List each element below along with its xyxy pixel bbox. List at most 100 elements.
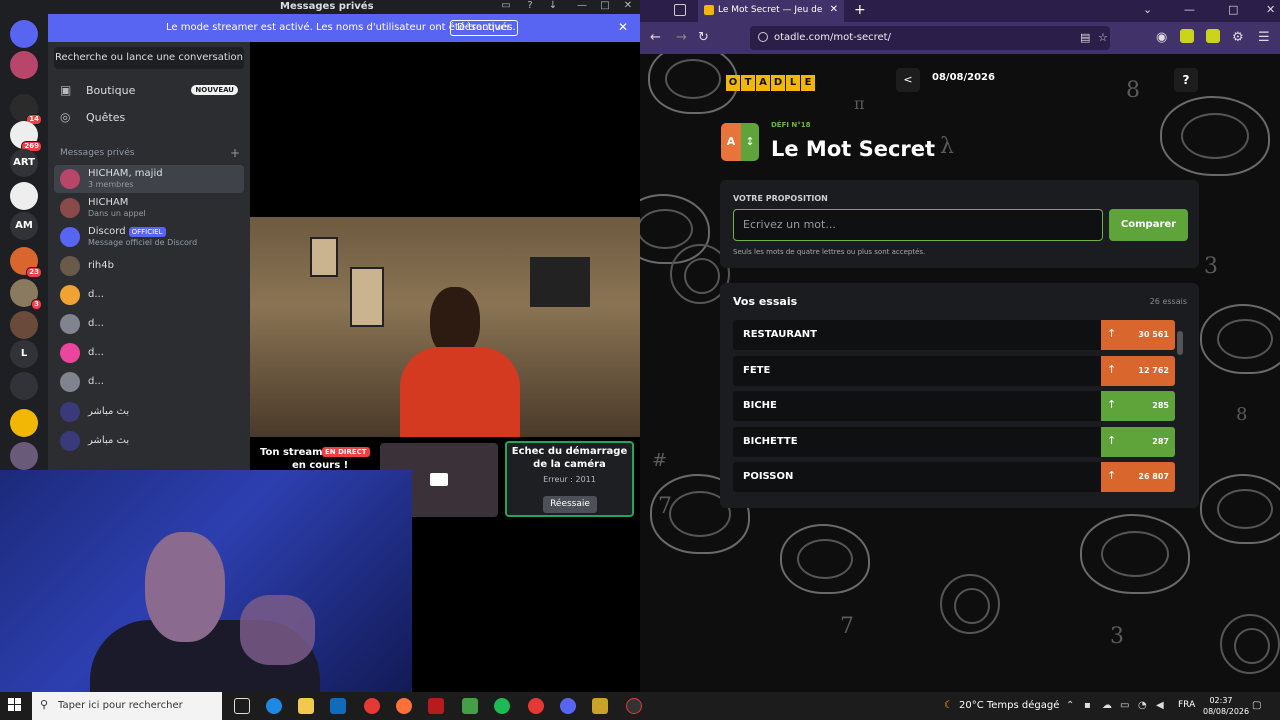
extension-icon[interactable] bbox=[1206, 29, 1220, 43]
stream-status-tile[interactable]: Ton stream e EN DIRECT en cours ! bbox=[250, 440, 378, 472]
close-icon[interactable]: ✕ bbox=[618, 20, 628, 34]
server-icon[interactable] bbox=[10, 20, 38, 48]
bookmark-star-icon[interactable]: ☆ bbox=[1098, 31, 1108, 44]
dm-name: d... bbox=[88, 376, 104, 387]
inbox-icon[interactable]: ▭ bbox=[496, 0, 516, 13]
outlook-icon[interactable] bbox=[330, 698, 346, 714]
back-icon[interactable]: ← bbox=[650, 30, 661, 45]
task-view-icon[interactable] bbox=[234, 698, 250, 714]
help-button[interactable]: ? bbox=[1174, 68, 1198, 92]
server-icon[interactable]: 269 bbox=[10, 121, 42, 152]
weather-widget[interactable]: ☾ 20°C Temps dégagé bbox=[944, 700, 1059, 711]
nav-item-quests[interactable]: ◎ Quêtes bbox=[54, 106, 244, 130]
notification-icon[interactable]: ▢ bbox=[1252, 700, 1261, 711]
previous-day-button[interactable]: < bbox=[896, 68, 920, 92]
call-video-main[interactable] bbox=[250, 217, 640, 437]
webcam-overlay bbox=[0, 470, 412, 692]
conversation-search-input[interactable]: Recherche ou lance une conversation bbox=[54, 47, 244, 69]
guesses-title: Vos essais bbox=[733, 295, 798, 308]
otadle-logo[interactable]: OTADLE bbox=[726, 70, 816, 91]
site-info-icon[interactable] bbox=[758, 32, 768, 42]
minimize-button[interactable]: — bbox=[572, 0, 592, 13]
spotify-icon[interactable] bbox=[494, 698, 510, 714]
firefox-icon[interactable] bbox=[396, 698, 412, 714]
volume-icon[interactable]: ◀ bbox=[1156, 700, 1164, 711]
address-bar[interactable]: otadle.com/mot-secret/ ▤ ☆ bbox=[750, 26, 1110, 50]
dm-name-text: بث مباشر bbox=[88, 435, 130, 446]
dm-item[interactable]: d... bbox=[54, 310, 244, 338]
nav-item-shop[interactable]: ▣ Boutique NOUVEAU bbox=[54, 79, 244, 103]
app-icon[interactable] bbox=[528, 698, 544, 714]
edge-icon[interactable] bbox=[266, 698, 282, 714]
dm-item[interactable]: Discord OFFICIEL Message officiel de Disco… bbox=[54, 223, 244, 251]
add-dm-icon[interactable]: + bbox=[230, 146, 240, 160]
official-badge: OFFICIEL bbox=[128, 227, 166, 237]
server-icon[interactable] bbox=[10, 409, 38, 437]
file-explorer-icon[interactable] bbox=[298, 698, 314, 714]
server-icon[interactable] bbox=[10, 51, 38, 79]
guess-score: ↑ 26 807 bbox=[1101, 462, 1175, 492]
input-language[interactable]: FRA bbox=[1178, 700, 1195, 710]
xbox-icon[interactable] bbox=[462, 698, 478, 714]
number-doodle: 8 bbox=[1236, 404, 1248, 425]
dm-item[interactable]: بث مباشر bbox=[54, 398, 244, 426]
server-icon[interactable]: L bbox=[10, 340, 38, 368]
app-icon[interactable] bbox=[592, 698, 608, 714]
menu-icon[interactable]: ☰ bbox=[1258, 30, 1270, 45]
server-icon[interactable]: ART bbox=[10, 149, 38, 177]
download-icon[interactable]: ↓ bbox=[543, 0, 563, 13]
maximize-button[interactable]: □ bbox=[1228, 3, 1238, 16]
close-button[interactable]: ✕ bbox=[1266, 3, 1275, 16]
opera-icon[interactable] bbox=[364, 698, 380, 714]
server-icon[interactable]: 3 bbox=[10, 279, 42, 310]
reload-icon[interactable]: ↻ bbox=[698, 30, 709, 45]
onedrive-icon[interactable]: ☁ bbox=[1102, 700, 1112, 711]
discord-titlebar: Messages privés ▭ ? ↓ — □ ✕ bbox=[0, 0, 640, 14]
windows-start-icon[interactable] bbox=[8, 698, 22, 712]
dm-item[interactable]: rih4b bbox=[54, 252, 244, 280]
extensions-icon[interactable]: ⚙ bbox=[1232, 30, 1244, 45]
server-icon[interactable] bbox=[10, 442, 38, 470]
dm-item[interactable]: HICHAM, majid 3 membres bbox=[54, 165, 244, 193]
server-icon[interactable] bbox=[10, 182, 38, 210]
server-icon[interactable]: 14 bbox=[10, 94, 42, 125]
system-clock[interactable]: 02:37 08/08/2026 bbox=[1203, 695, 1250, 717]
server-icon[interactable]: 23 bbox=[10, 247, 42, 278]
disable-streamer-button[interactable]: Désactiver bbox=[450, 20, 518, 36]
forward-icon[interactable]: → bbox=[676, 30, 687, 45]
dm-item[interactable]: بث مباشر bbox=[54, 427, 244, 455]
word-input[interactable]: Ecrivez un mot... bbox=[733, 209, 1103, 241]
close-button[interactable]: ✕ bbox=[618, 0, 638, 13]
wifi-icon[interactable]: ◔ bbox=[1138, 700, 1147, 711]
extension-icon[interactable] bbox=[1180, 29, 1194, 43]
server-icon[interactable] bbox=[10, 311, 38, 339]
obs-icon[interactable] bbox=[626, 698, 642, 714]
tab-overflow-icon[interactable]: ⌄ bbox=[1143, 3, 1152, 16]
discord-icon[interactable] bbox=[560, 698, 576, 714]
retry-button[interactable]: Réessaie bbox=[543, 496, 597, 513]
compare-button[interactable]: Comparer bbox=[1109, 209, 1188, 241]
new-tab-button[interactable]: + bbox=[854, 2, 866, 18]
server-icon[interactable]: AM bbox=[10, 212, 38, 240]
reader-icon[interactable]: ▤ bbox=[1080, 31, 1090, 44]
taskbar-search-input[interactable]: ⚲ Taper ici pour rechercher bbox=[32, 692, 222, 720]
dm-item[interactable]: d... bbox=[54, 339, 244, 367]
dm-item[interactable]: d... bbox=[54, 368, 244, 396]
clock-date: 08/08/2026 bbox=[1203, 707, 1250, 716]
app-icon[interactable] bbox=[428, 698, 444, 714]
help-icon[interactable]: ? bbox=[520, 0, 540, 13]
logo-letter: L bbox=[786, 75, 800, 91]
tray-app-icon[interactable]: ▪ bbox=[1084, 700, 1091, 711]
tab-list-icon[interactable] bbox=[674, 4, 686, 16]
guess-list-scrollbar[interactable] bbox=[1177, 331, 1183, 355]
dm-item[interactable]: d... bbox=[54, 281, 244, 309]
server-icon[interactable] bbox=[10, 372, 38, 400]
close-tab-icon[interactable]: ✕ bbox=[830, 4, 838, 15]
maximize-button[interactable]: □ bbox=[595, 0, 615, 13]
network-icon[interactable]: ▭ bbox=[1120, 700, 1129, 711]
minimize-button[interactable]: — bbox=[1184, 3, 1195, 16]
account-icon[interactable]: ◉ bbox=[1156, 30, 1167, 45]
tray-chevron-icon[interactable]: ⌃ bbox=[1066, 700, 1074, 711]
dm-item[interactable]: HICHAM Dans un appel bbox=[54, 194, 244, 222]
tab-le-mot-secret[interactable]: Le Mot Secret — Jeu de lettres ✕ bbox=[698, 0, 844, 22]
